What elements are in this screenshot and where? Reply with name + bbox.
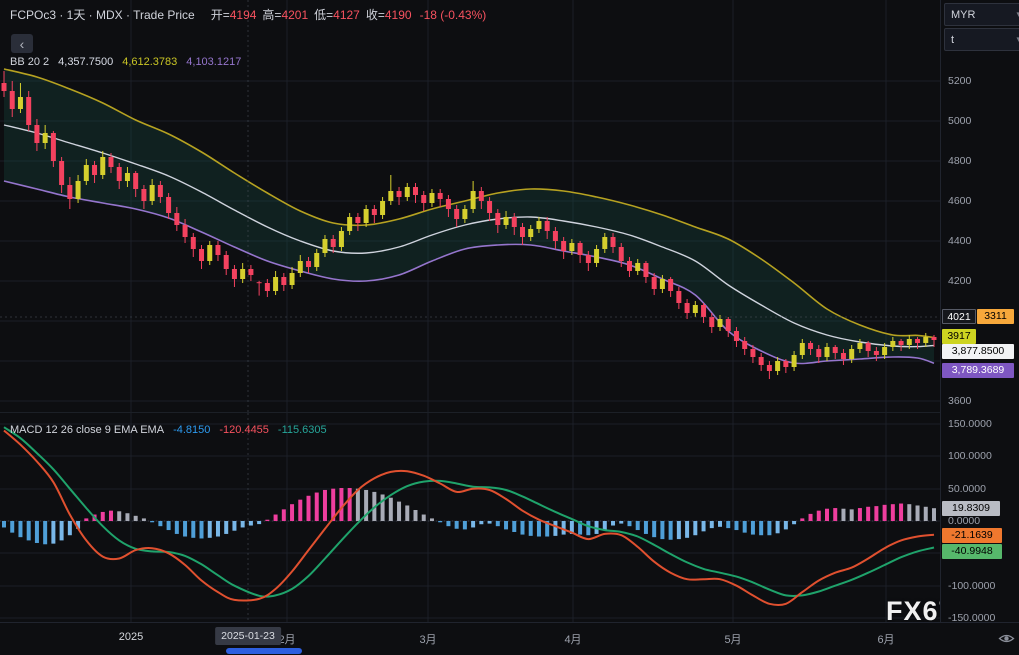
indicator-value: -120.4455 bbox=[219, 424, 269, 436]
price-badge: 3311 bbox=[977, 309, 1014, 324]
symbol-header: FCPOc3 · 1天 · MDX · Trade Price开=4194高=4… bbox=[10, 6, 486, 23]
price-badge: 19.8309 bbox=[942, 501, 1000, 516]
axis-tick-label: 150.0000 bbox=[948, 418, 992, 430]
bb-indicator-legend[interactable]: BB 20 2 4,357.7500 4,612.3783 4,103.1217 bbox=[10, 56, 250, 68]
axis-tick-label: 4200 bbox=[948, 275, 971, 287]
axis-tick-label: 4800 bbox=[948, 155, 971, 167]
axis-tick-label: 100.0000 bbox=[948, 450, 992, 462]
time-axis[interactable]: 2025 2月 3月 4月 5月 6月 2025-01-23 bbox=[0, 622, 1019, 655]
macd-legend-values: -4.8150 -120.4455 -115.6305 bbox=[173, 424, 336, 436]
currency-select[interactable]: MYR ▾ bbox=[944, 3, 1019, 26]
change-value: -18 (-0.43%) bbox=[420, 8, 487, 22]
price-badge: 4021 bbox=[942, 309, 976, 324]
trading-chart-app: FCPOc3 · 1天 · MDX · Trade Price开=4194高=4… bbox=[0, 0, 1019, 655]
axis-tick-label: 4400 bbox=[948, 235, 971, 247]
ohlc-values: 开=4194 高=4201 低=4127 收=4190 bbox=[205, 8, 412, 22]
pane-separator[interactable] bbox=[0, 412, 1019, 413]
indicator-value: 4,357.7500 bbox=[58, 56, 113, 68]
bb-legend-values: 4,357.7500 4,612.3783 4,103.1217 bbox=[58, 56, 250, 68]
ohlc-label: 低= bbox=[314, 8, 333, 22]
time-axis-label: 5月 bbox=[724, 631, 741, 647]
time-axis-label: 6月 bbox=[877, 631, 894, 647]
price-badge: 3,877.8500 bbox=[942, 344, 1014, 359]
axis-tick-label: 50.0000 bbox=[948, 483, 986, 495]
price-axis[interactable]: MYR ▾ t ▾ 5200 5000 4800 4600 4400 4200 3600 40… bbox=[940, 0, 1019, 622]
scrollbar-thumb[interactable] bbox=[226, 648, 302, 654]
time-axis-label: 4月 bbox=[564, 631, 581, 647]
bb-legend-title: BB 20 2 bbox=[10, 56, 49, 68]
axis-tick-label: 5200 bbox=[948, 75, 971, 87]
axis-tick-label: 3600 bbox=[948, 395, 971, 407]
ohlc-label: 高= bbox=[262, 8, 281, 22]
back-arrow-icon: ‹ bbox=[20, 36, 25, 52]
indicator-value: 4,103.1217 bbox=[186, 56, 241, 68]
time-axis-label: 3月 bbox=[419, 631, 436, 647]
eye-icon[interactable] bbox=[998, 632, 1015, 645]
macd-chart[interactable] bbox=[0, 413, 940, 622]
time-axis-label: 2月 bbox=[278, 631, 295, 647]
ohlc-value: 4127 bbox=[333, 8, 360, 22]
indicator-value: 4,612.3783 bbox=[122, 56, 177, 68]
axis-tick-label: -100.0000 bbox=[948, 580, 995, 592]
axis-tick-label: 0.0000 bbox=[948, 515, 980, 527]
crosshair-date-label: 2025-01-23 bbox=[215, 627, 281, 645]
axis-tick-label: 4600 bbox=[948, 195, 971, 207]
ohlc-label: 收= bbox=[366, 8, 385, 22]
currency-label: MYR bbox=[951, 9, 975, 21]
price-badge: -21.1639 bbox=[942, 528, 1002, 543]
scroll-left-button[interactable]: ‹ bbox=[11, 34, 33, 53]
symbol-title[interactable]: FCPOc3 · 1天 · MDX · Trade Price bbox=[10, 8, 195, 22]
unit-select[interactable]: t ▾ bbox=[944, 28, 1019, 51]
indicator-value: -4.8150 bbox=[173, 424, 210, 436]
ohlc-label: 开= bbox=[211, 8, 230, 22]
price-badge: 3917 bbox=[942, 329, 976, 344]
axis-tick-label: 5000 bbox=[948, 115, 971, 127]
indicator-value: -115.6305 bbox=[278, 424, 327, 436]
ohlc-value: 4194 bbox=[230, 8, 257, 22]
time-axis-label: 2025 bbox=[119, 631, 143, 643]
macd-indicator-legend[interactable]: MACD 12 26 close 9 EMA EMA -4.8150 -120.44… bbox=[10, 424, 336, 436]
unit-label: t bbox=[951, 34, 954, 46]
price-badge: -40.9948 bbox=[942, 544, 1002, 559]
macd-legend-title: MACD 12 26 close 9 EMA EMA bbox=[10, 424, 164, 436]
ohlc-value: 4201 bbox=[281, 8, 308, 22]
ohlc-value: 4190 bbox=[385, 8, 412, 22]
price-badge: 3,789.3689 bbox=[942, 363, 1014, 378]
